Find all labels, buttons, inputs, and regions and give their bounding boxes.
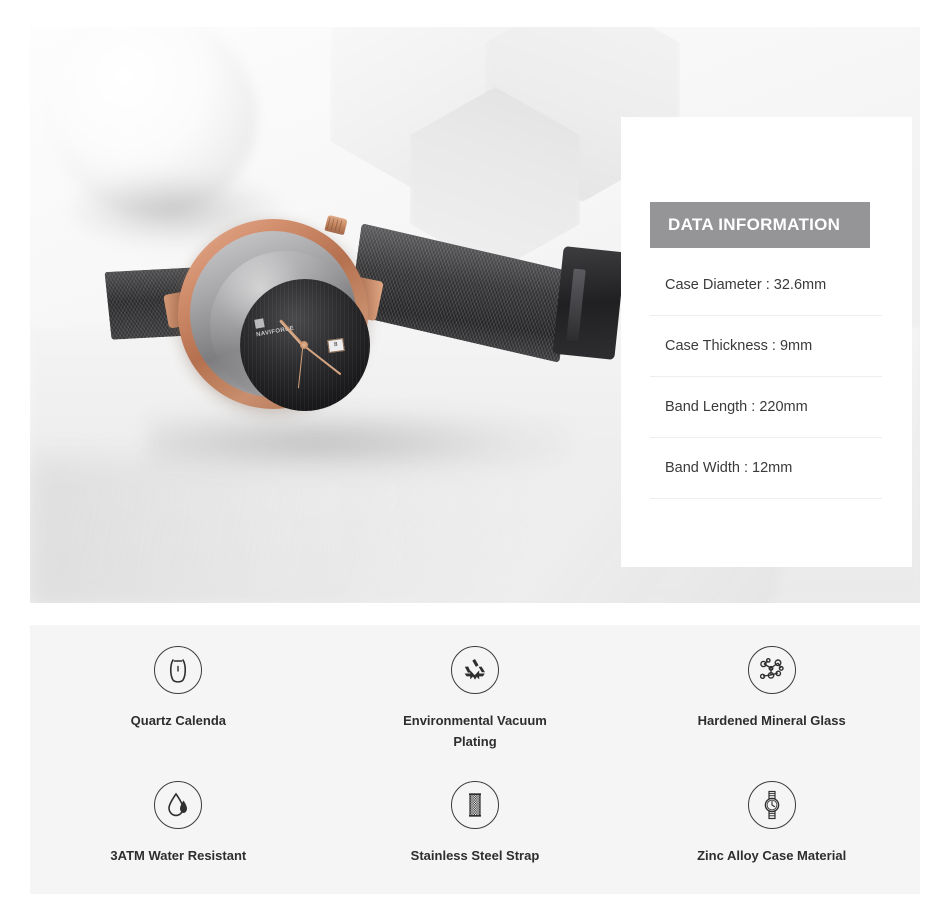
watch-band-right: [348, 223, 573, 363]
product-photo: NAVIFORCE 8 DATA INFORMATION Case Diamet…: [30, 27, 920, 603]
feature-item-zinc-alloy-case-material: Zinc Alloy Case Material: [623, 760, 920, 895]
second-hand: [297, 344, 304, 389]
watch-shadow: [148, 407, 568, 477]
recycle-icon: [450, 646, 499, 694]
feature-item-quartz-calenda: Quartz Calenda: [30, 625, 327, 760]
watch-case: NAVIFORCE 8: [178, 214, 370, 411]
features-panel: Quartz Calenda Environmental Vacuum Plat…: [30, 625, 920, 894]
spec-row: Case Diameter : 32.6mm: [650, 255, 882, 316]
molecule-icon: [747, 646, 796, 694]
feature-label: Hardened Mineral Glass: [697, 713, 846, 728]
feature-item-environmental-vacuum-plating: Environmental Vacuum Plating: [327, 625, 624, 760]
mesh-strap-icon: [450, 780, 499, 829]
hands-center-cap: [300, 341, 308, 349]
feature-item-hardened-mineral-glass: Hardened Mineral Glass: [623, 625, 920, 760]
feature-item-3atm-water-resistant: 3ATM Water Resistant: [30, 760, 327, 895]
wristwatch-product: NAVIFORCE 8: [104, 207, 688, 497]
feature-label: Stainless Steel Strap: [410, 847, 540, 863]
watch-crystal: NAVIFORCE 8: [210, 251, 370, 411]
wristwatch-icon: [747, 780, 796, 829]
feature-label: 3ATM Water Resistant: [110, 847, 247, 863]
features-grid: Quartz Calenda Environmental Vacuum Plat…: [30, 625, 920, 894]
spec-row: Case Thickness : 9mm: [650, 316, 882, 377]
dial-date-window: 8: [327, 337, 345, 354]
watch-inner-ring: NAVIFORCE 8: [190, 231, 370, 411]
watch-clasp: [552, 246, 626, 360]
specification-list: Case Diameter : 32.6mm Case Thickness : …: [650, 255, 882, 499]
watch-dial: NAVIFORCE 8: [240, 279, 370, 411]
feature-label: Zinc Alloy Case Material: [697, 847, 847, 863]
watch-case-icon: [154, 646, 203, 694]
feature-label: Environmental Vacuum Plating: [403, 713, 547, 749]
spec-row: Band Width : 12mm: [650, 438, 882, 499]
brand-mark-icon: [254, 318, 265, 329]
water-drop-icon: [154, 780, 203, 829]
feature-item-stainless-steel-strap: Stainless Steel Strap: [327, 760, 624, 895]
data-information-card: DATA INFORMATION Case Diameter : 32.6mm …: [621, 117, 912, 567]
spec-row: Band Length : 220mm: [650, 377, 882, 438]
data-information-header: DATA INFORMATION: [650, 202, 870, 248]
feature-label: Quartz Calenda: [130, 713, 226, 728]
data-information-title: DATA INFORMATION: [668, 215, 841, 234]
